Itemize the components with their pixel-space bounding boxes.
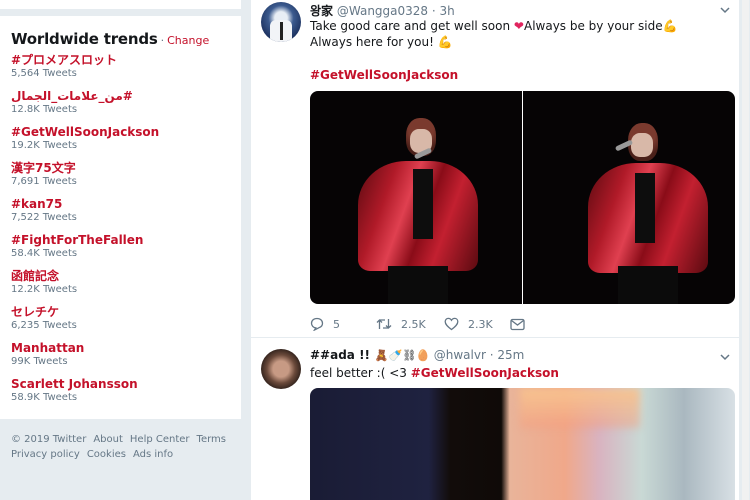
trend-name: Manhattan [11, 341, 85, 355]
photo-figure-shirt [413, 169, 433, 239]
timeline: 왕家 @Wangga0328 · 3h Take good care and g… [251, 0, 739, 500]
flexed-biceps-emoji-icon: 💪 [437, 35, 453, 49]
author-handle[interactable]: @Wangga0328 [337, 4, 428, 18]
trend-name: セレチケ [11, 305, 60, 319]
photo-figure-shirt [635, 173, 655, 243]
trend-item[interactable]: #プロメアスロット 5,564 Tweets [11, 52, 230, 88]
reply-count: 5 [333, 317, 340, 331]
trend-item[interactable]: セレチケ 6,235 Tweets [11, 304, 230, 340]
photo-highlight [520, 388, 640, 428]
photo-figure-face [631, 133, 653, 157]
text-segment: Always here for you! [310, 35, 438, 49]
tweet-header: 왕家 @Wangga0328 · 3h [310, 2, 455, 19]
footer-about-link[interactable]: About [93, 432, 123, 447]
author-handle[interactable]: @hwalvr [434, 348, 486, 362]
site-footer: © 2019 Twitter About Help Center Terms Priv… [11, 432, 236, 462]
scrollbar[interactable] [741, 0, 750, 500]
tweet-header: ##ada !! 🧸🍼⛓🥚 @hwalvr · 25m [310, 348, 524, 362]
tweet-text: Take good care and get well soon ❤Always… [310, 18, 722, 50]
tweet-timestamp[interactable]: · 3h [432, 4, 455, 18]
retweet-button[interactable]: 2.5K [376, 317, 444, 331]
trend-count: 19.2K Tweets [11, 140, 78, 151]
hashtag-link[interactable]: #GetWellSoonJackson [411, 366, 559, 380]
trend-item[interactable]: #من_علامات_الجمال 12.8K Tweets [11, 88, 230, 124]
heart-outline-icon [444, 317, 459, 331]
trend-count: 58.4K Tweets [11, 248, 78, 259]
author-name[interactable]: 왕家 [310, 4, 333, 18]
envelope-icon [510, 318, 525, 330]
trend-item[interactable]: 漢字75文字 7,691 Tweets [11, 160, 230, 196]
hashtag-link[interactable]: #GetWellSoonJackson [310, 68, 458, 82]
tweet-actions: 5 2.5K 2.3K [310, 316, 525, 332]
trend-count: 12.8K Tweets [11, 104, 78, 115]
trend-item[interactable]: #FightForTheFallen 58.4K Tweets [11, 232, 230, 268]
tweet-text: feel better :( <3 #GetWellSoonJackson [310, 365, 722, 381]
direct-message-button[interactable] [510, 318, 525, 331]
chevron-down-icon[interactable] [719, 351, 731, 363]
author-name[interactable]: ##ada !! [310, 348, 370, 362]
footer-help-center-link[interactable]: Help Center [130, 432, 190, 447]
flexed-biceps-emoji-icon: 💪 [662, 19, 678, 33]
trend-item[interactable]: #GetWellSoonJackson 19.2K Tweets [11, 124, 230, 160]
trend-name: #プロメアスロット [11, 53, 118, 67]
reply-button[interactable]: 5 [310, 317, 376, 331]
trend-name: #GetWellSoonJackson [11, 125, 160, 139]
text-segment: Always be by your side [523, 19, 663, 33]
tweet-photo[interactable] [310, 91, 522, 304]
trend-name: 函館記念 [11, 269, 60, 283]
avatar[interactable] [261, 2, 301, 42]
tweet-photo[interactable] [310, 388, 735, 500]
trend-count: 58.9K Tweets [11, 392, 78, 403]
text-segment: feel better :( <3 [310, 366, 411, 380]
scrollbar-thumb[interactable] [742, 0, 749, 500]
separator: · [160, 34, 165, 47]
name-emojis-icon: 🧸🍼⛓🥚 [374, 349, 430, 362]
like-count: 2.3K [468, 317, 493, 331]
trend-count: 5,564 Tweets [11, 68, 77, 79]
trend-name: #من_علامات_الجمال [11, 89, 133, 103]
text-segment: Take good care and get well soon [310, 19, 514, 33]
tweet-timestamp[interactable]: · 25m [490, 348, 525, 362]
change-trends-link[interactable]: Change [167, 34, 209, 47]
tweet[interactable]: ##ada !! 🧸🍼⛓🥚 @hwalvr · 25m feel better … [251, 339, 739, 500]
footer-copyright: © 2019 Twitter [11, 434, 87, 445]
trend-count: 6,235 Tweets [11, 320, 77, 331]
retweet-count: 2.5K [401, 317, 426, 331]
trend-item[interactable]: Manhattan 99K Tweets [11, 340, 230, 376]
trend-item[interactable]: #kan75 7,522 Tweets [11, 196, 230, 232]
trend-count: 7,522 Tweets [11, 212, 77, 223]
reply-icon [310, 317, 324, 331]
photo-figure-legs [618, 266, 678, 304]
trends-title: Worldwide trends [11, 30, 158, 48]
tweet-photo[interactable] [523, 91, 735, 304]
trend-name: #kan75 [11, 197, 63, 211]
photo-figure-legs [388, 266, 448, 304]
trend-count: 12.2K Tweets [11, 284, 78, 295]
trend-count: 7,691 Tweets [11, 176, 77, 187]
trend-count: 99K Tweets [11, 356, 68, 367]
retweet-icon [376, 319, 392, 329]
footer-ads-info-link[interactable]: Ads info [133, 447, 173, 462]
trend-name: #FightForTheFallen [11, 233, 144, 247]
trend-name: Scarlett Johansson [11, 377, 138, 391]
footer-privacy-link[interactable]: Privacy policy [11, 447, 80, 462]
footer-cookies-link[interactable]: Cookies [87, 447, 126, 462]
avatar[interactable] [261, 349, 301, 389]
heart-emoji-icon: ❤ [513, 19, 524, 33]
chevron-down-icon[interactable] [719, 4, 731, 16]
trend-item[interactable]: Scarlett Johansson 58.9K Tweets [11, 376, 230, 412]
trends-header: Worldwide trends · Change [11, 30, 230, 48]
footer-terms-link[interactable]: Terms [197, 432, 226, 447]
tweet[interactable]: 왕家 @Wangga0328 · 3h Take good care and g… [251, 0, 739, 338]
trends-module: Worldwide trends · Change #プロメアスロット 5,56… [0, 16, 241, 419]
tweet-media-grid [310, 91, 735, 304]
previous-card-bottom [0, 0, 241, 9]
trend-item[interactable]: 函館記念 12.2K Tweets [11, 268, 230, 304]
trend-name: 漢字75文字 [11, 161, 76, 175]
avatar-tie [280, 22, 283, 40]
like-button[interactable]: 2.3K [444, 317, 510, 331]
